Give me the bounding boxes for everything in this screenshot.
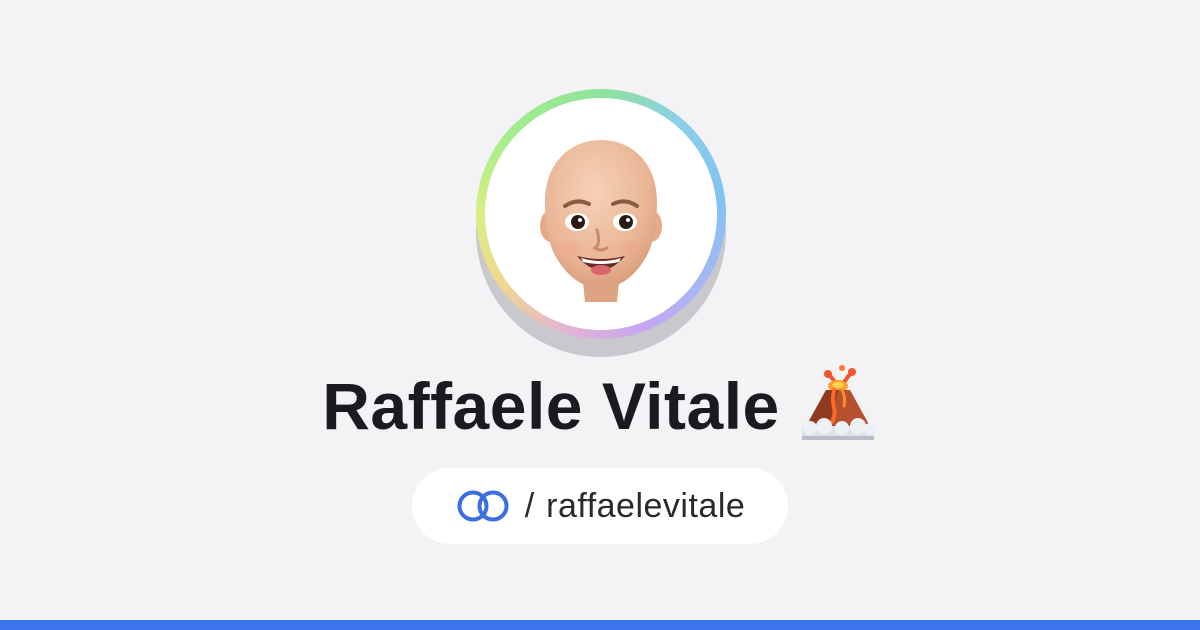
avatar[interactable] (476, 89, 726, 359)
handle-separator: / (524, 486, 535, 525)
profile-name: Raffaele Vitale (322, 369, 780, 443)
memoji-avatar-icon (540, 140, 662, 302)
interlocking-rings-icon (457, 490, 509, 522)
profile-name-row: Raffaele Vitale (0, 364, 1200, 448)
profile-handle-link[interactable]: / raffaelevitale (412, 468, 788, 544)
volcano-icon (801, 365, 876, 440)
profile-card: Raffaele Vitale / raffaelevitale (0, 0, 1200, 630)
avatar-background (485, 98, 717, 330)
accent-bar (0, 620, 1200, 630)
profile-handle: raffaelevitale (546, 486, 746, 525)
